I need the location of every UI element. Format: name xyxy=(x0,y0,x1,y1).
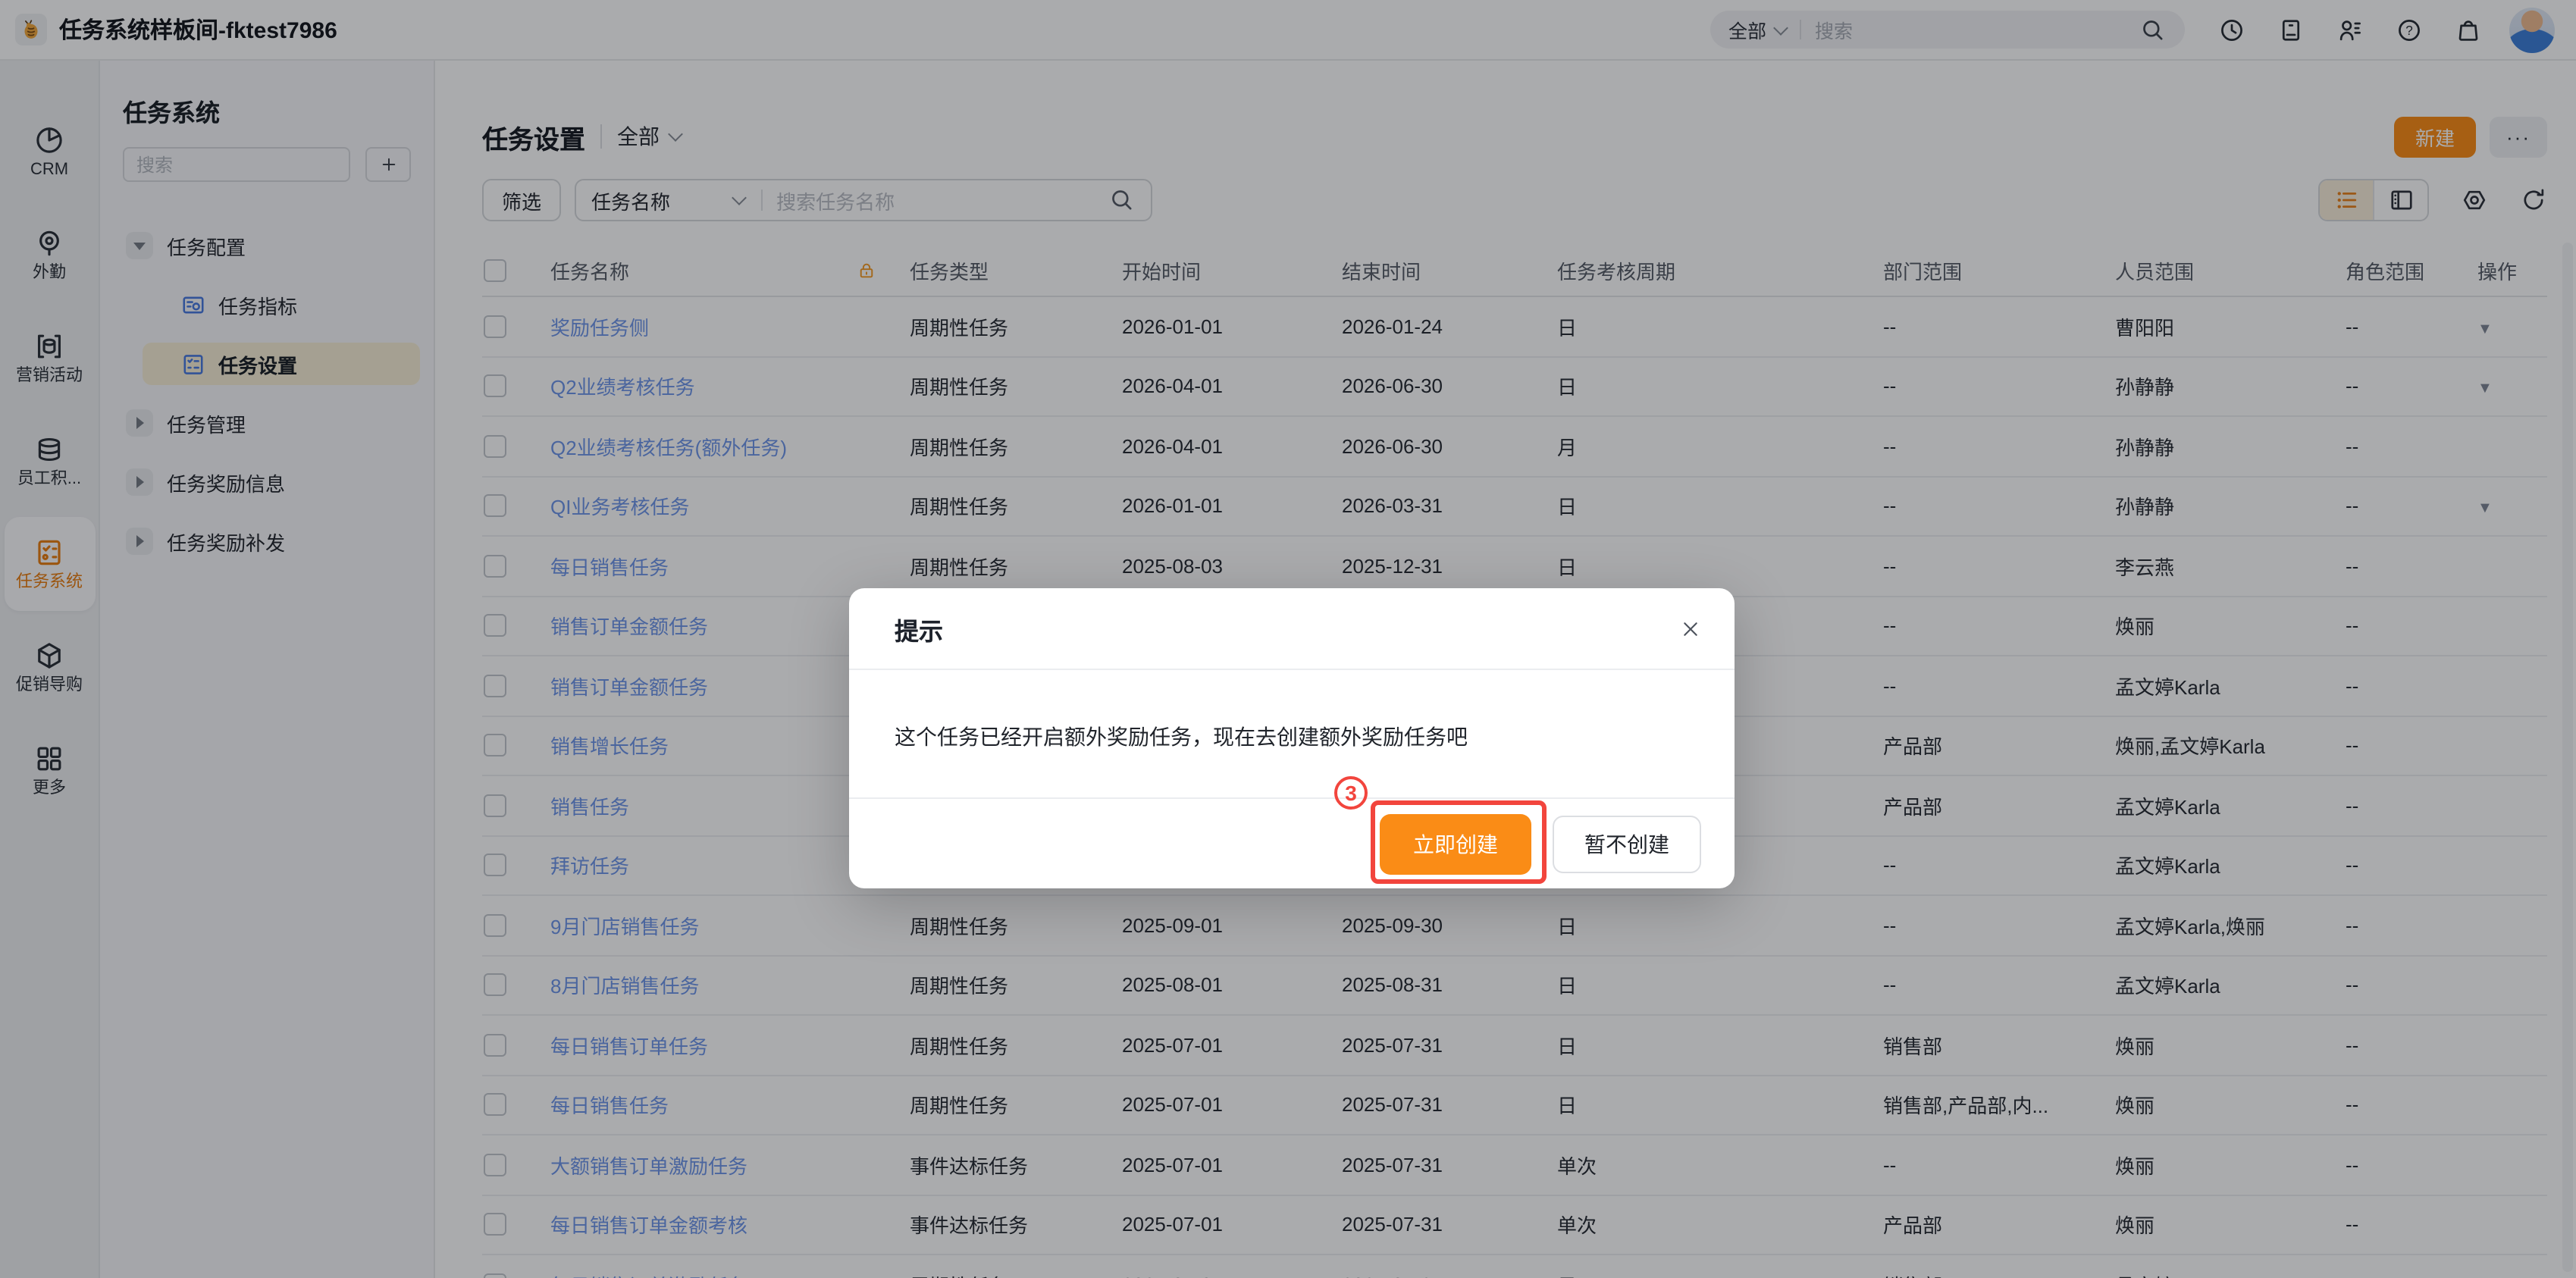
dialog-message: 这个任务已经开启额外奖励任务，现在去创建额外奖励任务吧 xyxy=(849,670,1735,752)
dialog-title: 提示 xyxy=(895,610,943,647)
dialog-header: 提示 xyxy=(849,588,1735,670)
close-icon[interactable] xyxy=(1680,618,1701,639)
dialog-footer: 立即创建 暂不创建 xyxy=(849,797,1735,888)
not-now-button[interactable]: 暂不创建 xyxy=(1553,815,1701,872)
prompt-dialog: 提示 这个任务已经开启额外奖励任务，现在去创建额外奖励任务吧 立即创建 暂不创建 xyxy=(849,588,1735,888)
create-now-button[interactable]: 立即创建 xyxy=(1380,813,1531,874)
screen: 任务系统样板间-fktest7986 全部 搜索 ? CRM 外勤 营销活动 xyxy=(0,0,2576,1278)
